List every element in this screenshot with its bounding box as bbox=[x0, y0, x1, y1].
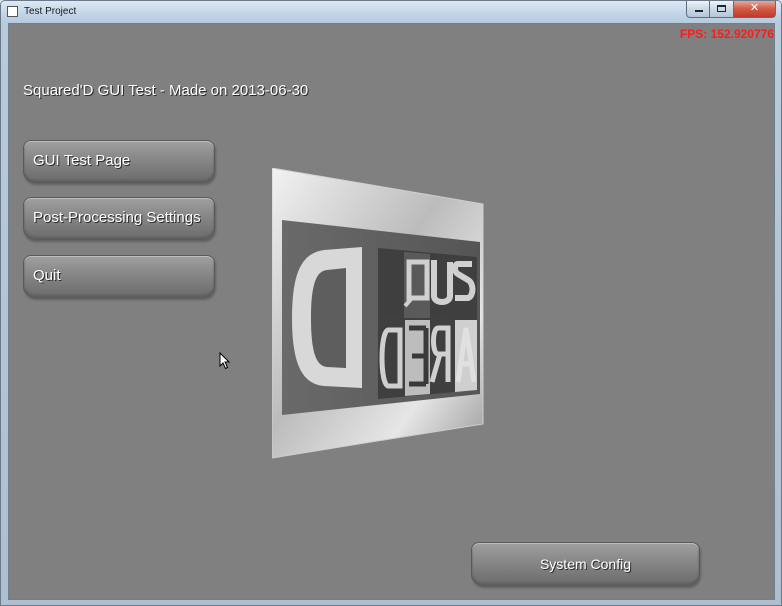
maximize-button[interactable] bbox=[710, 1, 734, 18]
render-viewport[interactable]: FPS: 152.920776 Squared'D GUI Test - Mad… bbox=[8, 23, 775, 600]
window-title: Test Project bbox=[24, 6, 77, 17]
app-window: Test Project ✕ FPS: 152.920776 Squared'D… bbox=[0, 0, 782, 606]
app-icon bbox=[7, 6, 18, 17]
quit-button[interactable]: Quit bbox=[23, 255, 215, 298]
logo-letter-d bbox=[292, 247, 362, 388]
caption-buttons: ✕ bbox=[686, 1, 776, 18]
minimize-icon bbox=[695, 10, 703, 12]
title-bar[interactable]: Test Project ✕ bbox=[1, 1, 781, 23]
close-icon: ✕ bbox=[749, 2, 760, 14]
rotating-logo-plane bbox=[272, 168, 484, 459]
mouse-cursor-icon bbox=[219, 352, 231, 370]
minimize-button[interactable] bbox=[686, 1, 710, 18]
logo-letter-tiles bbox=[378, 248, 477, 399]
close-button[interactable]: ✕ bbox=[734, 1, 776, 18]
system-config-button[interactable]: System Config bbox=[471, 542, 700, 586]
gui-test-page-button[interactable]: GUI Test Page bbox=[23, 140, 215, 183]
fps-counter: FPS: 152.920776 bbox=[679, 27, 774, 41]
page-title: Squared'D GUI Test - Made on 2013-06-30 bbox=[23, 82, 309, 99]
maximize-icon bbox=[717, 5, 726, 12]
post-processing-settings-button[interactable]: Post-Processing Settings bbox=[23, 197, 215, 240]
